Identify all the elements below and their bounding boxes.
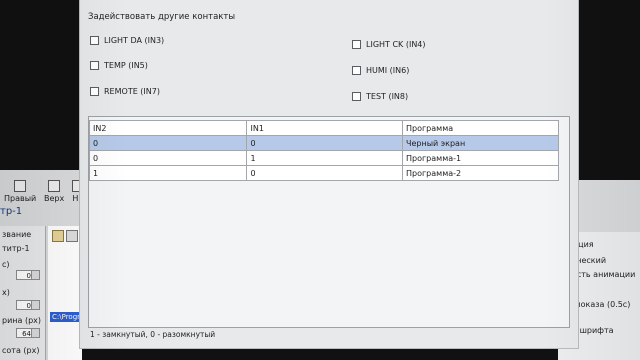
toolbar-align-top-button[interactable]: Верх (44, 180, 64, 203)
toolbar-align-right-button[interactable]: Правый (4, 180, 36, 203)
toolbar-label: Правый (4, 194, 37, 203)
width-spinner[interactable]: 64 (16, 328, 40, 338)
column-header-program[interactable]: Программа (401, 120, 560, 136)
property-label: сота (px) (2, 346, 40, 355)
cell-in2[interactable]: 0 (88, 150, 248, 166)
checkbox-box[interactable] (90, 87, 99, 96)
table-row[interactable]: 1 0 Программа-2 (88, 165, 560, 181)
cell-program[interactable]: Программа-2 (401, 165, 560, 181)
cell-program[interactable]: Программа-1 (401, 150, 560, 166)
checkbox-box[interactable] (352, 40, 361, 49)
checkbox-box[interactable] (352, 92, 361, 101)
checkbox-humi[interactable]: HUMI (IN6) (352, 66, 409, 75)
edit-icon[interactable] (66, 230, 78, 242)
legend-text: 1 - замкнутый, 0 - разомкнутый (90, 330, 216, 339)
property-label: с) (2, 260, 10, 269)
checkbox-light-da[interactable]: LIGHT DA (IN3) (90, 36, 164, 45)
y-spinner[interactable]: 0 (16, 300, 40, 310)
property-label: х) (2, 288, 10, 297)
column-header-in2[interactable]: IN2 (88, 120, 248, 136)
checkbox-test[interactable]: TEST (IN8) (352, 92, 408, 101)
checkbox-remote[interactable]: REMOTE (IN7) (90, 87, 160, 96)
checkbox-label: TEMP (IN5) (104, 61, 148, 70)
cell-in2[interactable]: 1 (88, 165, 248, 181)
file-path[interactable]: C:\Progr (50, 312, 83, 322)
checkbox-temp[interactable]: TEMP (IN5) (90, 61, 148, 70)
checkbox-label: LIGHT CK (IN4) (366, 40, 426, 49)
folder-icon[interactable] (52, 230, 64, 242)
program-table: IN2 IN1 Программа 0 0 Черный экран 0 1 П… (88, 116, 570, 328)
checkbox-label: LIGHT DA (IN3) (104, 36, 165, 45)
contacts-dialog: Задействовать другие контакты LIGHT DA (… (80, 0, 578, 348)
file-list[interactable]: C:\Progr (48, 226, 83, 360)
align-right-icon (14, 180, 27, 192)
properties-panel: звание титр-1 с) 0 х) 0 рина (px) 64 сот… (0, 226, 46, 360)
cell-in1[interactable]: 0 (246, 165, 403, 181)
table-row[interactable]: 0 1 Программа-1 (88, 150, 560, 166)
checkbox-label: HUMI (IN6) (366, 66, 410, 75)
property-label: рина (px) (2, 316, 42, 325)
checkbox-label: TEST (IN8) (366, 92, 409, 101)
table-header-row: IN2 IN1 Программа (88, 120, 560, 136)
checkbox-label: REMOTE (IN7) (104, 87, 160, 96)
cell-program[interactable]: Черный экран (401, 135, 560, 151)
checkbox-box[interactable] (90, 36, 99, 45)
checkbox-box[interactable] (352, 66, 361, 75)
background-app-left: Правый Верх Ни тр-1 звание титр-1 с) 0 х… (0, 170, 84, 360)
x-spinner[interactable]: 0 (16, 270, 40, 280)
toolbar-label: Верх (44, 194, 65, 203)
checkbox-box[interactable] (90, 61, 99, 70)
cell-in1[interactable]: 0 (246, 135, 403, 151)
checkbox-light-ck[interactable]: LIGHT CK (IN4) (352, 40, 426, 49)
panel-title: тр-1 (0, 206, 23, 217)
column-header-in1[interactable]: IN1 (246, 120, 403, 136)
cell-in1[interactable]: 1 (246, 150, 403, 166)
table-row[interactable]: 0 0 Черный экран (88, 135, 560, 151)
property-value[interactable]: титр-1 (2, 244, 30, 253)
cell-in2[interactable]: 0 (88, 135, 248, 151)
align-top-icon (48, 180, 61, 192)
dialog-title: Задействовать другие контакты (88, 12, 236, 22)
property-label: звание (2, 230, 32, 239)
